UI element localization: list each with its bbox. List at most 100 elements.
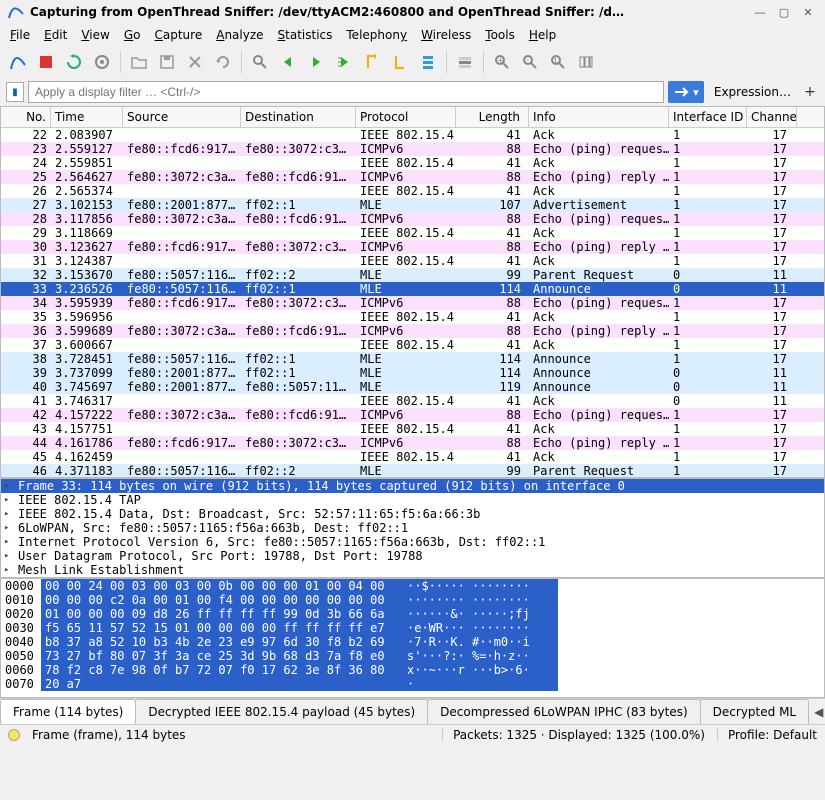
hex-row[interactable]: 002001 00 00 00 09 d8 26 ff ff ff ff 99 … — [1, 607, 824, 621]
menu-help[interactable]: Help — [529, 28, 556, 42]
packet-row[interactable]: 413.746317IEEE 802.15.441Ack011 — [1, 394, 824, 408]
menu-file[interactable]: File — [10, 28, 30, 42]
col-no[interactable]: No. — [1, 107, 51, 127]
packet-row[interactable]: 252.564627fe80::3072:c3a…fe80::fcd6:91…I… — [1, 170, 824, 184]
packet-row[interactable]: 323.153670fe80::5057:116…ff02::2MLE99Par… — [1, 268, 824, 282]
zoom-reset-button[interactable]: 1 — [546, 50, 570, 74]
go-first-button[interactable] — [360, 50, 384, 74]
open-file-button[interactable] — [127, 50, 151, 74]
display-filter-input[interactable] — [28, 81, 664, 103]
packet-row[interactable]: 232.559127fe80::fcd6:917…fe80::3072:c3…I… — [1, 142, 824, 156]
expert-info-button[interactable] — [8, 729, 20, 741]
zoom-in-button[interactable]: + — [490, 50, 514, 74]
zoom-out-button[interactable]: - — [518, 50, 542, 74]
packet-row[interactable]: 293.118669IEEE 802.15.441Ack117 — [1, 226, 824, 240]
go-forward-button[interactable] — [304, 50, 328, 74]
packet-row[interactable]: 383.728451fe80::5057:116…ff02::1MLE114An… — [1, 352, 824, 366]
filter-bookmark-button[interactable]: ▮ — [6, 82, 24, 102]
col-src[interactable]: Source — [123, 107, 241, 127]
packet-row[interactable]: 222.083907IEEE 802.15.441Ack117 — [1, 128, 824, 142]
packet-list-header: No. Time Source Destination Protocol Len… — [1, 107, 824, 128]
filter-expression-button[interactable]: Expression… — [708, 85, 797, 99]
hex-row[interactable]: 007020 a7 · — [1, 677, 824, 691]
col-time[interactable]: Time — [51, 107, 123, 127]
hex-row[interactable]: 006078 f2 c8 7e 98 0f b7 72 07 f0 17 62 … — [1, 663, 824, 677]
packet-list-body[interactable]: 222.083907IEEE 802.15.441Ack117232.55912… — [1, 128, 824, 477]
col-proto[interactable]: Protocol — [356, 107, 456, 127]
menu-statistics[interactable]: Statistics — [278, 28, 333, 42]
tree-item[interactable]: ▸6LoWPAN, Src: fe80::5057:1165:f56a:663b… — [1, 521, 824, 535]
menu-capture[interactable]: Capture — [154, 28, 202, 42]
hex-row[interactable]: 005073 27 bf 80 07 3f 3a ce 25 3d 9b 68 … — [1, 649, 824, 663]
menu-view[interactable]: View — [81, 28, 109, 42]
menu-tools[interactable]: Tools — [485, 28, 515, 42]
close-file-button[interactable] — [183, 50, 207, 74]
packet-details[interactable]: ▸Frame 33: 114 bytes on wire (912 bits),… — [0, 478, 825, 578]
tree-item[interactable]: ▸Frame 33: 114 bytes on wire (912 bits),… — [1, 479, 824, 493]
tab-decrypted-ml[interactable]: Decrypted ML — [700, 699, 809, 724]
packet-row[interactable]: 262.565374IEEE 802.15.441Ack117 — [1, 184, 824, 198]
restart-capture-button[interactable] — [62, 50, 86, 74]
tree-item[interactable]: ▸IEEE 802.15.4 Data, Dst: Broadcast, Src… — [1, 507, 824, 521]
packet-row[interactable]: 303.123627fe80::fcd6:917…fe80::3072:c3…I… — [1, 240, 824, 254]
packet-row[interactable]: 424.157222fe80::3072:c3a…fe80::fcd6:91…I… — [1, 408, 824, 422]
packet-row[interactable]: 242.559851IEEE 802.15.441Ack117 — [1, 156, 824, 170]
col-info[interactable]: Info — [529, 107, 669, 127]
tabs-scroll-left[interactable]: ◀ — [808, 705, 825, 719]
hex-row[interactable]: 000000 00 24 00 03 00 03 00 0b 00 00 00 … — [1, 579, 824, 593]
status-profile[interactable]: Profile: Default — [717, 728, 817, 742]
hex-row[interactable]: 001000 00 00 c2 0a 00 01 00 f4 00 00 00 … — [1, 593, 824, 607]
tab-6lowpan[interactable]: Decompressed 6LoWPAN IPHC (83 bytes) — [427, 699, 701, 724]
packet-row[interactable]: 434.157751IEEE 802.15.441Ack117 — [1, 422, 824, 436]
packet-row[interactable]: 353.596956IEEE 802.15.441Ack117 — [1, 310, 824, 324]
tab-decrypted-154[interactable]: Decrypted IEEE 802.15.4 payload (45 byte… — [135, 699, 428, 724]
packet-row[interactable]: 454.162459IEEE 802.15.441Ack117 — [1, 450, 824, 464]
packet-bytes[interactable]: 000000 00 24 00 03 00 03 00 0b 00 00 00 … — [0, 578, 825, 698]
menu-go[interactable]: Go — [124, 28, 141, 42]
go-back-button[interactable] — [276, 50, 300, 74]
menu-telephony[interactable]: Telephony — [346, 28, 407, 42]
stop-capture-button[interactable] — [34, 50, 58, 74]
packet-row[interactable]: 393.737099fe80::2001:877…ff02::1MLE114An… — [1, 366, 824, 380]
save-file-button[interactable] — [155, 50, 179, 74]
packet-row[interactable]: 273.102153fe80::2001:877…ff02::1MLE107Ad… — [1, 198, 824, 212]
close-button[interactable]: ✕ — [799, 5, 817, 19]
packet-row[interactable]: 313.124387IEEE 802.15.441Ack117 — [1, 254, 824, 268]
tab-frame[interactable]: Frame (114 bytes) — [0, 699, 136, 724]
filter-apply-button[interactable]: ▾ — [668, 81, 704, 103]
col-len[interactable]: Length — [456, 107, 529, 127]
packet-row[interactable]: 283.117856fe80::3072:c3a…fe80::fcd6:91…I… — [1, 212, 824, 226]
capture-options-button[interactable] — [90, 50, 114, 74]
packet-row[interactable]: 444.161786fe80::fcd6:917…fe80::3072:c3…I… — [1, 436, 824, 450]
packet-row[interactable]: 373.600667IEEE 802.15.441Ack117 — [1, 338, 824, 352]
packet-row[interactable]: 403.745697fe80::2001:877…fe80::5057:11…M… — [1, 380, 824, 394]
menu-analyze[interactable]: Analyze — [216, 28, 263, 42]
minimize-button[interactable]: — — [751, 5, 769, 19]
filter-bar: ▮ ▾ Expression… + — [0, 78, 825, 106]
tree-item[interactable]: ▸Internet Protocol Version 6, Src: fe80:… — [1, 535, 824, 549]
menu-edit[interactable]: Edit — [44, 28, 67, 42]
find-button[interactable] — [248, 50, 272, 74]
resize-columns-button[interactable] — [574, 50, 598, 74]
menu-wireless[interactable]: Wireless — [421, 28, 471, 42]
col-chan[interactable]: Channel — [747, 107, 797, 127]
start-capture-button[interactable] — [6, 50, 30, 74]
packet-row[interactable]: 333.236526fe80::5057:116…ff02::1MLE114An… — [1, 282, 824, 296]
reload-button[interactable] — [211, 50, 235, 74]
maximize-button[interactable]: ▢ — [775, 5, 793, 19]
col-iface[interactable]: Interface ID — [669, 107, 747, 127]
go-to-packet-button[interactable] — [332, 50, 356, 74]
packet-row[interactable]: 464.371183fe80::5057:116…ff02::2MLE99Par… — [1, 464, 824, 477]
tree-item[interactable]: ▸User Datagram Protocol, Src Port: 19788… — [1, 549, 824, 563]
tree-item[interactable]: ▸IEEE 802.15.4 TAP — [1, 493, 824, 507]
go-last-button[interactable] — [388, 50, 412, 74]
hex-row[interactable]: 0030f5 65 11 57 52 15 01 00 00 00 00 ff … — [1, 621, 824, 635]
auto-scroll-button[interactable] — [416, 50, 440, 74]
tree-item[interactable]: ▸Mesh Link Establishment — [1, 563, 824, 577]
col-dst[interactable]: Destination — [241, 107, 356, 127]
packet-row[interactable]: 343.595939fe80::fcd6:917…fe80::3072:c3…I… — [1, 296, 824, 310]
colorize-button[interactable] — [453, 50, 477, 74]
packet-row[interactable]: 363.599689fe80::3072:c3a…fe80::fcd6:91…I… — [1, 324, 824, 338]
hex-row[interactable]: 0040b8 37 a8 52 10 b3 4b 2e 23 e9 97 6d … — [1, 635, 824, 649]
filter-add-button[interactable]: + — [801, 83, 819, 101]
